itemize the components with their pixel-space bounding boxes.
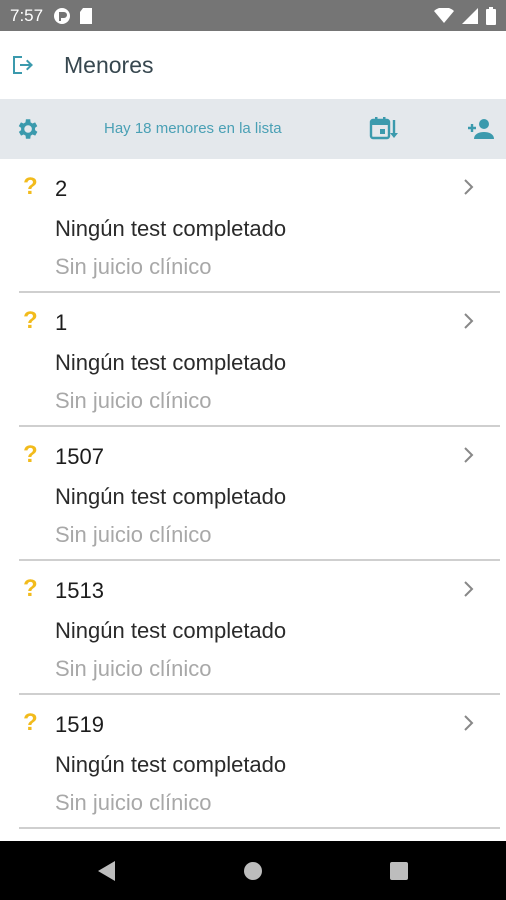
question-mark-icon: ? bbox=[23, 173, 38, 200]
child-id: 2 bbox=[55, 176, 68, 201]
app-bar: Menores bbox=[0, 31, 506, 99]
calendar-sort-icon[interactable] bbox=[369, 115, 399, 143]
chevron-right-icon bbox=[464, 179, 474, 195]
recents-square-icon bbox=[390, 861, 408, 880]
status-bar: 7:57 bbox=[0, 0, 506, 31]
children-list: ? 2 Ningún test completado Sin juicio cl… bbox=[0, 159, 506, 841]
cell-signal-icon bbox=[462, 7, 478, 24]
chevron-right-icon bbox=[464, 447, 474, 463]
status-time: 7:57 bbox=[10, 5, 44, 25]
sd-card-icon bbox=[80, 7, 93, 24]
page-title: Menores bbox=[64, 51, 154, 78]
tests-status: Ningún test completado bbox=[55, 618, 287, 643]
list-item[interactable]: ? 1507 Ningún test completado Sin juicio… bbox=[19, 427, 500, 561]
list-item[interactable]: ? 1519 Ningún test completado Sin juicio… bbox=[19, 695, 500, 829]
clinical-judgement: Sin juicio clínico bbox=[55, 522, 212, 547]
clinical-judgement: Sin juicio clínico bbox=[55, 656, 212, 681]
child-id: 1519 bbox=[55, 712, 104, 737]
list-toolbar: Hay 18 menores en la lista bbox=[0, 99, 506, 159]
chevron-right-icon bbox=[464, 313, 474, 329]
status-system-icons bbox=[434, 6, 496, 25]
list-item[interactable]: ? 1513 Ningún test completado Sin juicio… bbox=[19, 561, 500, 695]
nav-back-button[interactable] bbox=[77, 841, 137, 900]
logout-icon bbox=[13, 56, 33, 74]
system-nav-bar bbox=[0, 841, 506, 900]
question-mark-icon: ? bbox=[23, 441, 38, 468]
wifi-icon bbox=[434, 7, 454, 23]
notification-app-icon bbox=[54, 7, 71, 24]
chevron-right-icon bbox=[464, 581, 474, 597]
nav-home-button[interactable] bbox=[223, 841, 283, 900]
list-item[interactable]: ? 1 Ningún test completado Sin juicio cl… bbox=[19, 293, 500, 427]
status-notification-icons bbox=[53, 7, 93, 25]
clinical-judgement: Sin juicio clínico bbox=[55, 790, 212, 815]
home-circle-icon bbox=[244, 861, 262, 880]
child-id: 1 bbox=[55, 310, 68, 335]
gear-icon[interactable] bbox=[14, 116, 40, 142]
question-mark-icon: ? bbox=[23, 575, 38, 602]
tests-status: Ningún test completado bbox=[55, 484, 287, 509]
clinical-judgement: Sin juicio clínico bbox=[55, 254, 212, 279]
clinical-judgement: Sin juicio clínico bbox=[55, 388, 212, 413]
logout-button[interactable] bbox=[10, 53, 34, 77]
question-mark-icon: ? bbox=[23, 307, 38, 334]
tests-status: Ningún test completado bbox=[55, 752, 287, 777]
nav-recents-button[interactable] bbox=[369, 841, 429, 900]
children-count-text: Hay 18 menores en la lista bbox=[104, 120, 282, 137]
back-triangle-icon bbox=[98, 860, 115, 881]
chevron-right-icon bbox=[464, 715, 474, 731]
tests-status: Ningún test completado bbox=[55, 350, 287, 375]
battery-icon bbox=[486, 6, 496, 25]
person-add-icon[interactable] bbox=[466, 115, 496, 143]
tests-status: Ningún test completado bbox=[55, 216, 287, 241]
question-mark-icon: ? bbox=[23, 709, 38, 736]
child-id: 1507 bbox=[55, 444, 104, 469]
list-item[interactable]: ? 2 Ningún test completado Sin juicio cl… bbox=[19, 159, 500, 293]
child-id: 1513 bbox=[55, 578, 104, 603]
